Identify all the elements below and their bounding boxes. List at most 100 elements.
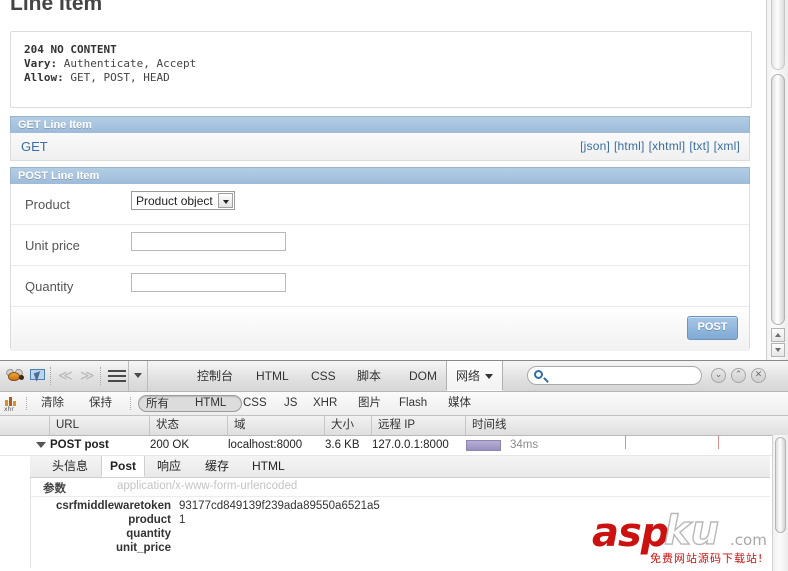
tab-net-label: 网络: [456, 369, 481, 383]
get-section-header: GET Line Item: [10, 116, 750, 133]
xhr-icon-label: xhr: [4, 406, 14, 413]
detail-tab-headers[interactable]: 头信息: [44, 456, 96, 477]
tab-console[interactable]: 控制台: [188, 361, 242, 391]
filter-js[interactable]: JS: [277, 395, 304, 412]
detail-tab-response[interactable]: 响应: [149, 456, 189, 477]
param-value: 1: [179, 514, 186, 526]
table-row[interactable]: POST post 200 OK localhost:8000 3.6 KB 1…: [0, 436, 788, 456]
filter-media[interactable]: 媒体: [441, 395, 478, 412]
page-scrollbar[interactable]: [766, 0, 788, 360]
response-header-vary-value: Authenticate, Accept: [57, 57, 197, 70]
tab-script[interactable]: 脚本: [348, 361, 390, 391]
screenshot-root: Line Item 204 NO CONTENT Vary: Authentic…: [0, 0, 788, 571]
bug-head: [19, 375, 24, 380]
scroll-down-arrow-icon[interactable]: [771, 343, 785, 357]
net-col-size[interactable]: 大小: [325, 416, 372, 435]
page-scrollbar-track-top[interactable]: [771, 0, 785, 70]
tab-css[interactable]: CSS: [302, 361, 345, 391]
tab-dom[interactable]: DOM: [400, 361, 446, 391]
row-status: 200 OK: [150, 439, 189, 451]
product-select[interactable]: Product object: [131, 191, 235, 210]
inspector-icon[interactable]: [28, 366, 48, 386]
next-icon[interactable]: ≫: [80, 369, 95, 383]
menu-icon[interactable]: [108, 370, 126, 383]
firebug-panel: ≪ ≫ 控制台 HTML CSS 脚本 DOM 网络 ⌄ ⌃ ✕ xhr 清除 …: [0, 360, 788, 571]
param-key: unit_price: [116, 542, 171, 554]
scroll-up-arrow-icon[interactable]: [771, 328, 785, 342]
format-link-xhtml[interactable]: [xhtml]: [649, 139, 686, 153]
page-scrollbar-thumb[interactable]: [771, 74, 785, 325]
net-col-status[interactable]: 状态: [150, 416, 228, 435]
subbar-separator-1: [26, 397, 28, 410]
filter-html[interactable]: HTML: [188, 395, 233, 412]
net-col-domain[interactable]: 域: [228, 416, 325, 435]
row-expand-twisty-icon[interactable]: [36, 442, 46, 448]
detail-tab-cache[interactable]: 缓存: [197, 456, 237, 477]
xhr-bar-2: [9, 397, 12, 406]
quantity-input[interactable]: [131, 273, 286, 292]
quantity-control: [131, 273, 286, 292]
format-link-html[interactable]: [html]: [614, 139, 645, 153]
search-input[interactable]: [552, 368, 701, 385]
toolbar-separator-1: [50, 367, 52, 385]
prev-icon[interactable]: ≪: [58, 369, 73, 383]
response-text: 204 NO CONTENT Vary: Authenticate, Accep…: [11, 32, 751, 85]
clear-button[interactable]: 清除: [34, 395, 71, 412]
format-link-xml[interactable]: [xml]: [714, 139, 740, 153]
format-link-json[interactable]: [json]: [580, 139, 610, 153]
detail-tabbar: 头信息 Post 响应 缓存 HTML: [30, 456, 770, 478]
form-row-quantity: Quantity: [11, 266, 749, 307]
detail-tab-post[interactable]: Post: [101, 456, 146, 477]
unit-price-input[interactable]: [131, 232, 286, 251]
param-row: product 1: [31, 514, 770, 528]
django-rest-framework-page: Line Item 204 NO CONTENT Vary: Authentic…: [0, 0, 766, 360]
product-control: Product object: [131, 191, 235, 210]
persist-button[interactable]: 保持: [82, 395, 119, 412]
chevron-down-icon: [485, 374, 494, 380]
params-content-type: application/x-www-form-urlencoded: [117, 480, 298, 492]
net-col-gutter: [0, 416, 50, 435]
net-col-url[interactable]: URL: [50, 416, 150, 435]
net-col-remote-ip[interactable]: 远程 IP: [372, 416, 466, 435]
get-method-link[interactable]: GET: [21, 139, 48, 154]
param-row: csrfmiddlewaretoken 93177cd849139f239ada…: [31, 500, 770, 514]
form-row-unit-price: Unit price: [11, 225, 749, 266]
detach-button[interactable]: ⌃: [731, 368, 746, 383]
firebug-bug-icon[interactable]: [4, 366, 25, 386]
response-header-allow-value: GET, POST, HEAD: [63, 71, 170, 84]
search-box[interactable]: [527, 366, 702, 385]
format-link-txt[interactable]: [txt]: [689, 139, 709, 153]
filter-css[interactable]: CSS: [236, 395, 274, 412]
filter-xhr[interactable]: XHR: [306, 395, 344, 412]
tab-net[interactable]: 网络: [446, 361, 504, 391]
unit-price-control: [131, 232, 286, 251]
param-row: unit_price: [31, 542, 770, 556]
xhr-icon[interactable]: xhr: [4, 396, 19, 413]
filter-images[interactable]: 图片: [351, 395, 388, 412]
net-col-timeline[interactable]: 时间线: [466, 416, 772, 435]
quantity-label: Quantity: [25, 279, 74, 294]
tab-html[interactable]: HTML: [247, 361, 298, 391]
post-form-footer: POST: [11, 307, 749, 351]
browser-content-area: Line Item 204 NO CONTENT Vary: Authentic…: [0, 0, 788, 360]
response-status-line: 204 NO CONTENT: [24, 43, 117, 56]
minimize-button[interactable]: ⌄: [711, 368, 726, 383]
params-header: 参数 application/x-www-form-urlencoded: [31, 478, 770, 497]
post-submit-button[interactable]: POST: [687, 316, 738, 340]
firebug-scrollbar[interactable]: [772, 435, 788, 571]
subbar-separator-2: [130, 397, 132, 410]
get-section-body: GET [json] [html] [xhtml] [txt] [xml]: [10, 133, 750, 161]
param-value: 93177cd849139f239ada89550a6521a5: [179, 500, 380, 512]
search-icon: [534, 370, 543, 379]
close-button[interactable]: ✕: [751, 368, 766, 383]
toolbar-separator-2: [100, 367, 102, 385]
page-title: Line Item: [10, 0, 103, 15]
filter-flash[interactable]: Flash: [392, 395, 434, 412]
row-size: 3.6 KB: [325, 439, 360, 451]
detail-tab-html[interactable]: HTML: [244, 456, 293, 477]
menu-caret-icon[interactable]: [134, 373, 142, 378]
row-time: 34ms: [510, 439, 539, 451]
row-url: POST post: [50, 439, 109, 451]
firebug-scrollbar-thumb[interactable]: [775, 437, 786, 533]
product-label: Product: [25, 197, 70, 212]
